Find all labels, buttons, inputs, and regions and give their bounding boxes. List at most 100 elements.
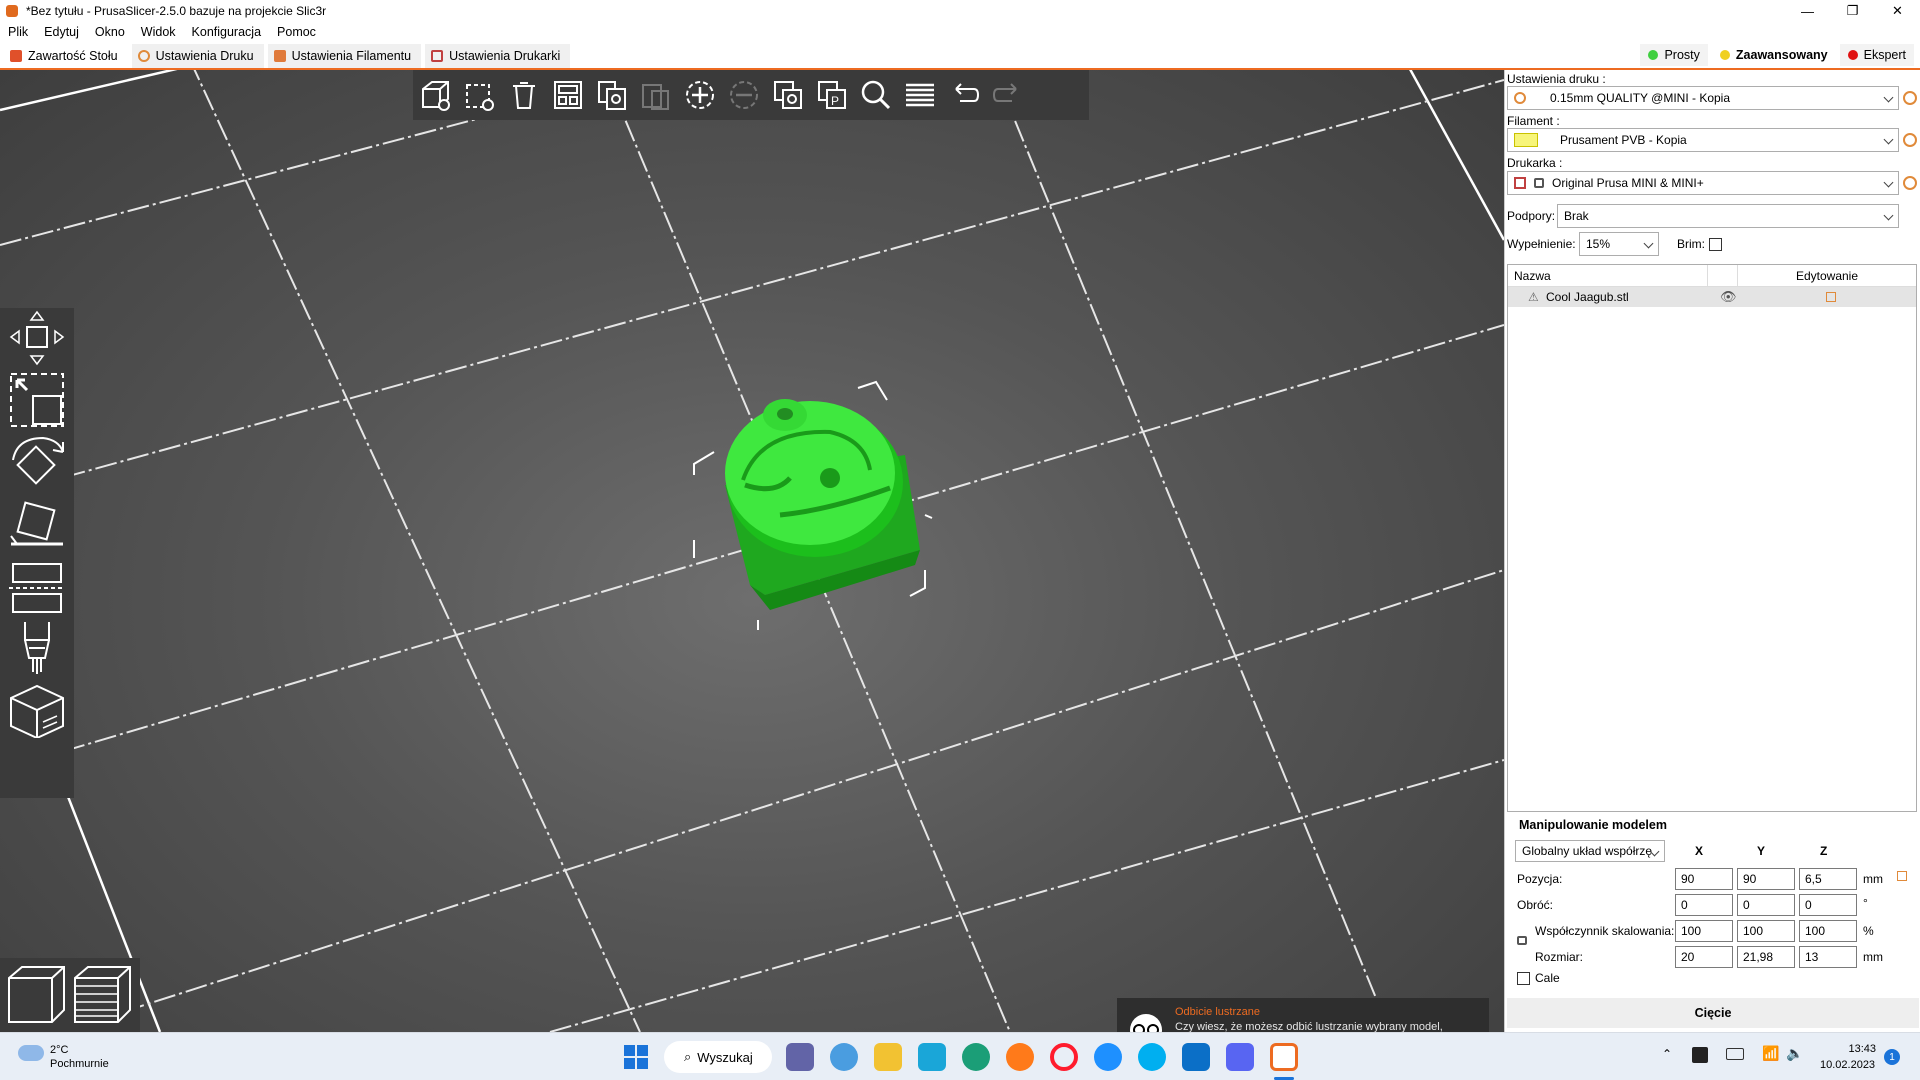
print-settings-combo[interactable]: 0.15mm QUALITY @MINI - Kopia <box>1507 86 1899 110</box>
lock-icon[interactable] <box>1517 936 1527 945</box>
tab-bar: Zawartość Stołu Ustawienia Druku Ustawie… <box>0 42 1920 70</box>
supports-combo[interactable]: Brak <box>1557 204 1899 228</box>
maximize-button[interactable]: ❐ <box>1830 0 1875 22</box>
delete-object-button[interactable] <box>461 76 499 114</box>
rotate-tool[interactable] <box>4 434 70 490</box>
brim-label: Brim: <box>1677 237 1705 251</box>
search-button[interactable] <box>857 76 895 114</box>
seam-painting-tool[interactable] <box>4 682 70 738</box>
menu-okno[interactable]: Okno <box>87 25 133 39</box>
drop-to-bed-icon[interactable] <box>1897 871 1907 881</box>
windows-start-icon[interactable] <box>624 1045 648 1069</box>
globe-app-icon[interactable] <box>830 1043 858 1071</box>
teams-icon[interactable] <box>786 1043 814 1071</box>
scale-tool[interactable] <box>4 372 70 428</box>
paste-button[interactable] <box>637 76 675 114</box>
l-app-icon[interactable] <box>918 1043 946 1071</box>
eye-icon[interactable]: 👁 <box>1720 289 1737 305</box>
tray-app-icon[interactable] <box>1692 1047 1708 1063</box>
rotate-x[interactable]: 0 <box>1675 894 1733 916</box>
redo-button[interactable] <box>989 76 1027 114</box>
chevron-up-icon[interactable]: ⌃ <box>1662 1047 1672 1061</box>
inches-checkbox[interactable] <box>1517 972 1530 985</box>
menu-pomoc[interactable]: Pomoc <box>269 25 324 39</box>
undo-button[interactable] <box>945 76 983 114</box>
size-y[interactable]: 21,98 <box>1737 946 1795 968</box>
clock-time[interactable]: 13:43 <box>1846 1043 1876 1055</box>
rotate-y[interactable]: 0 <box>1737 894 1795 916</box>
add-instance-button[interactable] <box>681 76 719 114</box>
app-icon[interactable] <box>1094 1043 1122 1071</box>
keychain-model[interactable] <box>680 370 950 630</box>
coordinate-system-combo[interactable]: Globalny układ współrzę <box>1515 840 1665 862</box>
rotate-z[interactable]: 0 <box>1799 894 1857 916</box>
monitor-app-icon[interactable] <box>1182 1043 1210 1071</box>
move-tool[interactable] <box>4 310 70 366</box>
size-x[interactable]: 20 <box>1675 946 1733 968</box>
trash-icon <box>513 82 535 109</box>
filament-combo[interactable]: Prusament PVB - Kopia <box>1507 128 1899 152</box>
filament-color-swatch <box>1514 133 1538 147</box>
opera-icon[interactable] <box>1050 1043 1078 1071</box>
place-on-face-tool[interactable] <box>4 496 70 552</box>
tab-filament-settings[interactable]: Ustawienia Filamentu <box>267 44 422 68</box>
scale-y[interactable]: 100 <box>1737 920 1795 942</box>
delete-all-button[interactable] <box>505 76 543 114</box>
mode-simple[interactable]: Prosty <box>1640 44 1708 66</box>
file-explorer-icon[interactable] <box>874 1043 902 1071</box>
scale-z[interactable]: 100 <box>1799 920 1857 942</box>
menu-plik[interactable]: Plik <box>0 25 36 39</box>
slice-button[interactable]: Cięcie <box>1507 998 1919 1028</box>
wifi-icon[interactable]: 📶 <box>1762 1045 1779 1062</box>
remove-instance-button[interactable] <box>725 76 763 114</box>
menu-edytuj[interactable]: Edytuj <box>36 25 87 39</box>
printer-combo[interactable]: Original Prusa MINI & MINI+ <box>1507 171 1899 195</box>
copy-button[interactable] <box>593 76 631 114</box>
scale-icon <box>10 373 64 427</box>
close-button[interactable]: ✕ <box>1875 0 1920 22</box>
mode-advanced[interactable]: Zaawansowany <box>1711 44 1836 66</box>
filament-edit-icon[interactable] <box>1903 133 1917 147</box>
position-x[interactable]: 90 <box>1675 868 1733 890</box>
keyboard-icon[interactable] <box>1726 1048 1744 1060</box>
edit-icon[interactable] <box>1826 292 1836 302</box>
tab-printer-settings[interactable]: Ustawienia Drukarki <box>425 44 571 68</box>
layers-editing-button[interactable] <box>901 76 939 114</box>
notification-badge[interactable]: 1 <box>1884 1049 1900 1065</box>
object-row[interactable]: ⚠ Cool Jaagub.stl 👁 <box>1508 287 1916 307</box>
minimize-button[interactable]: — <box>1785 0 1830 22</box>
copy-icon <box>598 81 626 110</box>
menu-widok[interactable]: Widok <box>133 25 184 39</box>
add-object-button[interactable] <box>417 76 455 114</box>
infill-combo[interactable]: 15% <box>1579 232 1659 256</box>
skype-icon[interactable] <box>1138 1043 1166 1071</box>
taskbar-search[interactable]: ⌕ Wyszukaj <box>664 1041 772 1073</box>
printer-edit-icon[interactable] <box>1903 176 1917 190</box>
clock-date[interactable]: 10.02.2023 <box>1820 1059 1875 1071</box>
preview-button[interactable] <box>72 964 132 1029</box>
mode-expert[interactable]: Ekspert <box>1839 44 1914 66</box>
tab-print-settings[interactable]: Ustawienia Druku <box>131 44 264 68</box>
position-y[interactable]: 90 <box>1737 868 1795 890</box>
3d-viewport[interactable]: P Odbicie lustrzane Czy wiesz, że możesz… <box>0 70 1504 1032</box>
view-toolbar <box>0 958 140 1032</box>
menu-konfiguracja[interactable]: Konfiguracja <box>184 25 270 39</box>
tab-plater[interactable]: Zawartość Stołu <box>4 44 128 68</box>
arrange-button[interactable] <box>549 76 587 114</box>
scale-x[interactable]: 100 <box>1675 920 1733 942</box>
cut-tool[interactable] <box>4 558 70 614</box>
discord-icon[interactable] <box>1226 1043 1254 1071</box>
split-objects-button[interactable] <box>769 76 807 114</box>
volume-icon[interactable]: 🔈 <box>1786 1045 1803 1062</box>
size-z[interactable]: 13 <box>1799 946 1857 968</box>
split-parts-button[interactable]: P <box>813 76 851 114</box>
position-z[interactable]: 6,5 <box>1799 868 1857 890</box>
hint-text: Czy wiesz, że możesz odbić lustrzanie wy… <box>1175 1021 1443 1032</box>
brim-checkbox[interactable] <box>1709 238 1722 251</box>
firefox-icon[interactable] <box>1006 1043 1034 1071</box>
prusaslicer-taskbar-icon[interactable] <box>1270 1043 1298 1071</box>
edge-icon[interactable] <box>962 1043 990 1071</box>
3d-view-button[interactable] <box>6 964 66 1029</box>
print-settings-edit-icon[interactable] <box>1903 91 1917 105</box>
supports-painting-tool[interactable] <box>4 620 70 676</box>
